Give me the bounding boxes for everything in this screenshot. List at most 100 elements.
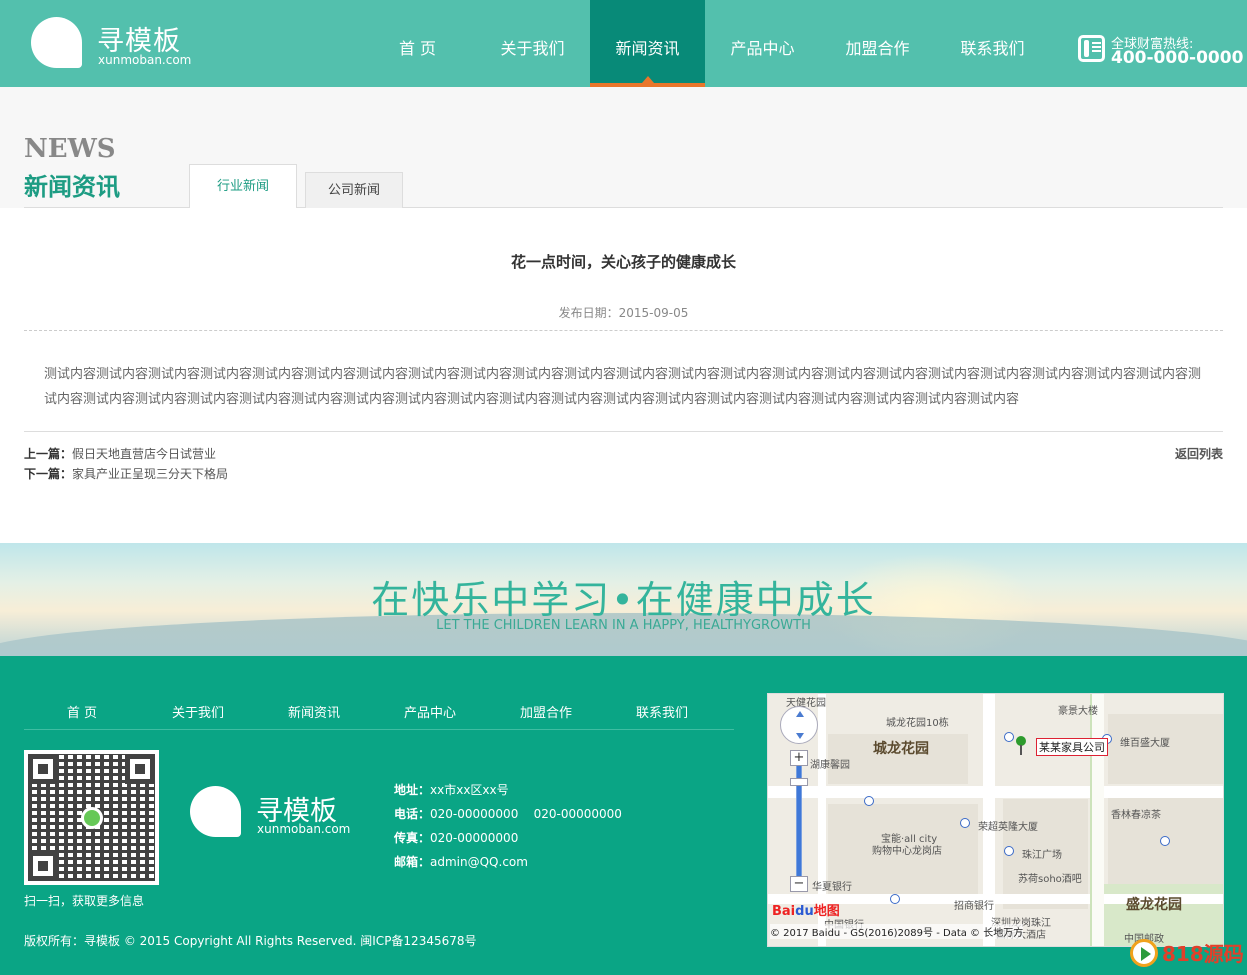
map-label: 购物中心龙岗店 — [872, 846, 942, 857]
main-nav: 首 页 关于我们 新闻资讯 产品中心 加盟合作 联系我们 — [360, 0, 1050, 87]
footer-nav-franchise[interactable]: 加盟合作 — [488, 702, 604, 729]
watermark-text: 818源码 — [1162, 942, 1244, 966]
fax-value: 020-00000000 — [430, 831, 519, 845]
tab-industry-news[interactable]: 行业新闻 — [189, 164, 297, 208]
hotline-number: 400-000-0000 — [1111, 48, 1244, 68]
banner-slogan-en: LET THE CHILDREN LEARN IN A HAPPY, HEALT… — [436, 618, 811, 633]
location-map[interactable]: 天健花园 城龙花园10栋 豪景大楼 城龙花园 湖康馨园 维百盛大厦 荣超英隆大厦… — [767, 693, 1224, 947]
map-brand-suffix: 地图 — [813, 904, 840, 919]
next-title[interactable]: 家具产业正呈现三分天下格局 — [72, 467, 228, 481]
nav-products[interactable]: 产品中心 — [705, 0, 820, 87]
article-date: 发布日期：2015-09-05 — [558, 306, 689, 320]
map-road — [768, 786, 1223, 798]
banner-slogan-cn: 在快乐中学习•在健康中成长 — [371, 578, 876, 622]
hotline: 全球财富热线: 400-000-0000 — [1078, 33, 1243, 69]
section-title-en: NEWS — [24, 134, 116, 164]
logo-bubble-icon — [31, 17, 82, 68]
phone-icon — [1078, 35, 1105, 62]
slogan-banner: 在快乐中学习•在健康中成长 LET THE CHILDREN LEARN IN … — [0, 543, 1247, 656]
dashed-divider — [24, 330, 1223, 331]
map-pan-control[interactable] — [780, 706, 818, 744]
copyright: 版权所有：寻模板 © 2015 Copyright All Rights Res… — [24, 934, 477, 948]
phone-value: 020-00000000 020-00000000 — [430, 807, 622, 821]
nav-news[interactable]: 新闻资讯 — [590, 0, 705, 87]
nav-contact[interactable]: 联系我们 — [935, 0, 1050, 87]
footer-nav-news[interactable]: 新闻资讯 — [256, 702, 372, 729]
map-label: 豪景大楼 — [1058, 706, 1098, 717]
address-value: xx市xx区xx号 — [430, 783, 509, 797]
contact-email: 邮箱：admin@QQ.com — [394, 853, 528, 870]
article-title: 花一点时间，关心孩子的健康成长 — [510, 253, 736, 271]
footer-nav-about[interactable]: 关于我们 — [140, 702, 256, 729]
site-logo[interactable]: 寻模板 xunmoban.com — [31, 17, 201, 69]
qr-finder-top-left — [28, 754, 58, 784]
logo-domain: xunmoban.com — [98, 53, 192, 67]
map-zoom-out-button[interactable]: − — [790, 876, 808, 892]
footer-logo-domain: xunmoban.com — [257, 822, 351, 836]
back-to-list-link[interactable]: 返回列表 — [1175, 445, 1223, 462]
site-header: 寻模板 xunmoban.com 首 页 关于我们 新闻资讯 产品中心 加盟合作… — [0, 0, 1247, 87]
prev-article[interactable]: 上一篇：假日天地直营店今日试营业 — [24, 445, 216, 462]
prev-label: 上一篇： — [24, 447, 73, 461]
map-label: 珠江广场 — [1022, 850, 1062, 861]
footer-logo-bubble-icon — [190, 786, 241, 837]
qr-pattern — [28, 754, 155, 881]
map-company-label[interactable]: 某某家具公司 — [1036, 738, 1108, 756]
footer-nav: 首 页 关于我们 新闻资讯 产品中心 加盟合作 联系我们 — [24, 702, 734, 730]
map-label: 城龙花园10栋 — [886, 718, 949, 729]
prev-title[interactable]: 假日天地直营店今日试营业 — [72, 447, 216, 461]
address-label: 地址： — [394, 783, 431, 797]
next-label: 下一篇： — [24, 467, 73, 481]
map-poi-icon[interactable] — [1004, 846, 1014, 856]
nav-home[interactable]: 首 页 — [360, 0, 475, 87]
map-poi-icon[interactable] — [1004, 732, 1014, 742]
contact-address: 地址：xx市xx区xx号 — [394, 781, 509, 798]
section-title-cn: 新闻资讯 — [24, 173, 120, 201]
fax-label: 传真： — [394, 831, 431, 845]
footer-nav-contact[interactable]: 联系我们 — [604, 702, 720, 729]
section-band — [0, 87, 1247, 208]
email-value[interactable]: admin@QQ.com — [430, 855, 528, 869]
play-icon — [1130, 939, 1158, 967]
map-label: 城龙花园 — [873, 741, 929, 757]
contact-phone: 电话：020-00000000 020-00000000 — [394, 805, 622, 822]
map-attribution: © 2017 Baidu - GS(2016)2089号 - Data © 长地… — [770, 924, 1024, 939]
map-label: 香林春凉茶 — [1111, 810, 1161, 821]
map-location-marker-icon[interactable] — [1016, 736, 1026, 755]
phone-label: 电话： — [394, 807, 431, 821]
qr-finder-bottom-left — [28, 851, 58, 881]
map-label: 华夏银行 — [812, 882, 852, 893]
map-poi-icon[interactable] — [864, 796, 874, 806]
map-poi-icon[interactable] — [1160, 836, 1170, 846]
contact-fax: 传真：020-00000000 — [394, 829, 518, 846]
map-label: 湖康馨园 — [810, 760, 850, 771]
next-article[interactable]: 下一篇：家具产业正呈现三分天下格局 — [24, 465, 228, 482]
map-label: 维百盛大厦 — [1120, 738, 1170, 749]
nav-franchise[interactable]: 加盟合作 — [820, 0, 935, 87]
wechat-qr-code — [24, 750, 159, 885]
map-label: 盛龙花园 — [1126, 897, 1182, 913]
tab-company-news[interactable]: 公司新闻 — [305, 172, 403, 208]
map-brand-logo: Baidu地图 — [772, 900, 840, 919]
map-label: 荣超英隆大厦 — [978, 822, 1038, 833]
qr-caption: 扫一扫，获取更多信息 — [24, 894, 145, 908]
article-divider — [24, 431, 1223, 432]
map-poi-icon[interactable] — [890, 894, 900, 904]
qr-finder-top-right — [125, 754, 155, 784]
map-brand-blue: du — [795, 904, 814, 919]
email-label: 邮箱： — [394, 855, 431, 869]
wechat-icon — [81, 807, 103, 829]
map-label: 苏荷soho酒吧 — [1018, 874, 1082, 885]
map-zoom-in-button[interactable]: + — [790, 750, 808, 766]
map-road — [1090, 694, 1104, 946]
footer-nav-products[interactable]: 产品中心 — [372, 702, 488, 729]
map-brand-red: Bai — [772, 904, 796, 919]
article-body: 测试内容测试内容测试内容测试内容测试内容测试内容测试内容测试内容测试内容测试内容… — [44, 367, 1202, 407]
map-poi-icon[interactable] — [960, 818, 970, 828]
map-block — [1108, 714, 1223, 784]
map-label: 招商银行 — [954, 901, 994, 912]
nav-about[interactable]: 关于我们 — [475, 0, 590, 87]
watermark: 818源码 — [1130, 936, 1244, 970]
footer-nav-home[interactable]: 首 页 — [24, 702, 140, 729]
map-zoom-handle[interactable] — [790, 778, 808, 786]
